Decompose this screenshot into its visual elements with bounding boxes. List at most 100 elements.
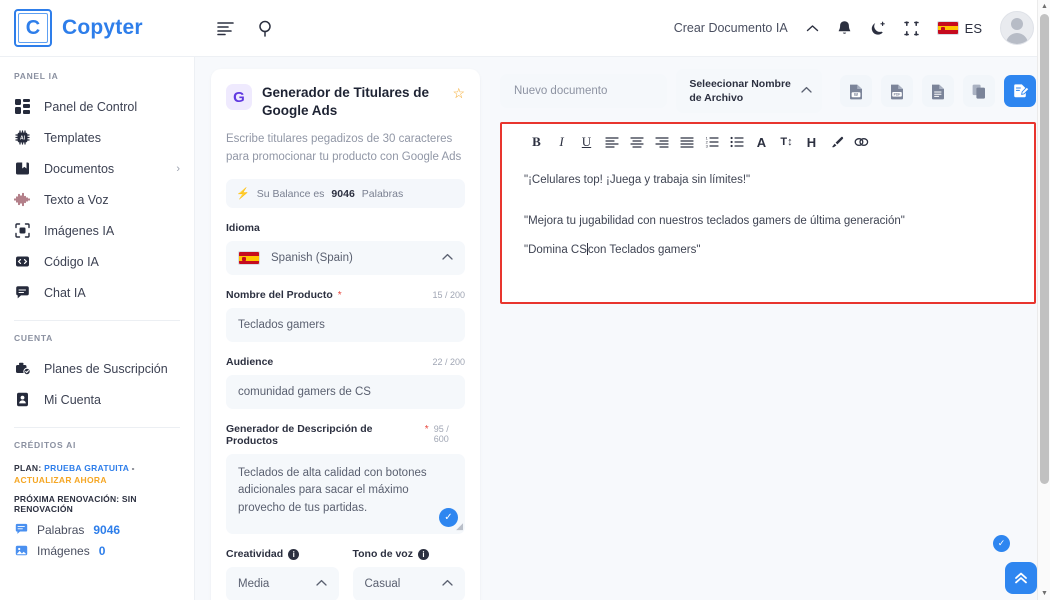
search-icon[interactable] [258,20,275,37]
product-name-input[interactable]: Teclados gamers [226,308,465,343]
document-editor-body[interactable]: "¡Celulares top! ¡Juega y trabaja sin lí… [502,161,1034,280]
save-document-button[interactable] [1004,75,1036,108]
word-export-button[interactable]: W [840,75,872,108]
sidebar-item-imagenes-ia[interactable]: Imágenes IA [0,215,194,246]
align-left-icon[interactable] [599,131,624,153]
file-name-select[interactable]: Seleecionar Nombre de Archivo [676,69,822,114]
page-title: Generador de Titulares de Google Ads [262,85,430,119]
pdf-export-button[interactable]: PDF [881,75,913,108]
plan-renewal: PRÓXIMA RENOVACIÓN: SIN RENOVACIÓN [14,493,137,514]
sidebar-item-documentos[interactable]: Documentos › [0,153,194,184]
balance-value: 9046 [331,187,355,200]
tone-select[interactable]: Casual [352,567,465,600]
info-icon[interactable]: i [288,549,300,561]
compress-icon[interactable] [903,20,919,36]
font-size-icon[interactable]: T↕ [774,131,799,153]
balance-suffix: Palabras [361,187,404,200]
svg-text:AI: AI [20,136,26,142]
field-idioma: Idioma Spanish (Spain) [226,222,465,276]
svg-text:3: 3 [705,144,708,148]
audience-input[interactable]: comunidad gamers de CS [226,375,465,410]
plan-prefix: PLAN: [14,463,42,473]
favorite-star-icon[interactable]: ☆ [452,86,465,100]
sidebar-item-panel-de-control[interactable]: Panel de Control [0,91,194,122]
chat-icon [14,284,31,301]
credit-label: Palabras [37,522,85,537]
ordered-list-icon[interactable]: 123 [699,131,724,153]
chevron-up-icon [801,84,812,98]
creativity-select[interactable]: Media [226,567,339,600]
link-icon[interactable] [849,131,874,153]
document-toolbar: Nuevo documento Seleecionar Nombre de Ar… [500,69,1036,114]
heading-icon[interactable]: H [799,131,824,153]
language-selector[interactable]: ES [936,21,982,36]
info-icon[interactable]: i [417,549,429,561]
balance-prefix: Su Balance es [256,187,325,200]
browser-scrollbar[interactable]: ▲ ▼ [1037,0,1050,600]
sidebar-section-account-label: CUENTA [14,333,53,343]
rich-text-toolbar: B I U 1 2 3 A T↕ H [502,124,1034,161]
balance-banner: ⚡ Su Balance es 9046 Palabras [226,179,465,209]
brand-logo[interactable]: C Copyter [0,9,195,47]
text-export-button[interactable] [922,75,954,108]
sidebar-item-codigo-ia[interactable]: Código IA [0,246,194,277]
spain-flag-icon [936,21,959,35]
avatar[interactable] [1000,11,1034,45]
scroll-to-top-button[interactable] [1005,562,1037,594]
credit-label: Imágenes [37,543,90,558]
product-description-textarea[interactable]: Teclados de alta calidad con botones adi… [226,454,465,535]
bell-icon[interactable] [837,20,852,37]
font-color-icon[interactable]: A [749,131,774,153]
language-select[interactable]: Spanish (Spain) [226,241,465,276]
scrollbar-thumb[interactable] [1040,14,1049,484]
document-name-input[interactable]: Nuevo documento [500,74,668,109]
sidebar-item-templates[interactable]: AI Templates [0,122,194,153]
hamburger-menu-icon[interactable] [217,21,234,36]
dashboard-icon [14,98,31,115]
logo-icon: C [14,9,52,47]
product-description-counter: 95 / 600 [433,424,449,445]
credit-row-palabras: Palabras 9046 [14,523,180,537]
italic-icon[interactable]: I [549,131,574,153]
field-nombre-producto: Nombre del Producto * 15 / 200 Teclados … [226,289,465,343]
plan-upgrade-link[interactable]: ACTUALIZAR AHORA [14,475,107,485]
brush-icon[interactable] [824,131,849,153]
align-justify-icon[interactable] [674,131,699,153]
moon-icon[interactable] [870,20,886,37]
sidebar-divider-2 [14,427,180,428]
sidebar-item-planes-de-suscripcion[interactable]: Planes de Suscripción [0,353,194,384]
sidebar-item-mi-cuenta[interactable]: Mi Cuenta [0,384,194,415]
sidebar-divider-1 [14,320,180,321]
editor-line: "Mejora tu jugabilidad con nuestros tecl… [524,214,905,227]
underline-icon[interactable]: U [574,131,599,153]
resize-handle[interactable]: ◢ [456,520,463,534]
editor-outline-highlight: B I U 1 2 3 A T↕ H "¡Celulares top! ¡Jue… [500,122,1036,305]
ai-chip-icon: AI [14,129,31,146]
check-circle-icon[interactable]: ✓ [993,535,1010,552]
align-right-icon[interactable] [649,131,674,153]
sidebar-item-label: Texto a Voz [44,192,109,207]
editor-line-text: "Domina CS [524,244,587,257]
product-name-value: Teclados gamers [238,319,325,332]
scrollbar-up-arrow[interactable]: ▲ [1038,0,1050,13]
images-icon [14,544,28,558]
sidebar-item-label: Templates [44,130,101,145]
document-folder-icon [14,160,31,177]
bold-icon[interactable]: B [524,131,549,153]
credit-value: 9046 [93,522,121,537]
field-descripcion-productos: Generador de Descripción de Productos * … [226,423,465,535]
editor-line: "¡Celulares top! ¡Juega y trabaja sin lí… [524,174,751,187]
chevron-up-icon [442,578,453,590]
audience-value: comunidad gamers de CS [238,386,371,399]
create-document-button[interactable]: Crear Documento IA [674,21,788,35]
image-frame-icon [14,222,31,239]
sidebar-item-chat-ia[interactable]: Chat IA [0,277,194,308]
chevron-up-icon[interactable] [806,24,819,33]
sidebar-item-label: Mi Cuenta [44,392,101,407]
align-center-icon[interactable] [624,131,649,153]
sidebar-item-texto-a-voz[interactable]: Texto a Voz [0,184,194,215]
scrollbar-down-arrow[interactable]: ▼ [1038,587,1050,600]
bullet-list-icon[interactable] [724,131,749,153]
editor-panel: Nuevo documento Seleecionar Nombre de Ar… [492,57,1050,600]
copy-button[interactable] [963,75,995,108]
